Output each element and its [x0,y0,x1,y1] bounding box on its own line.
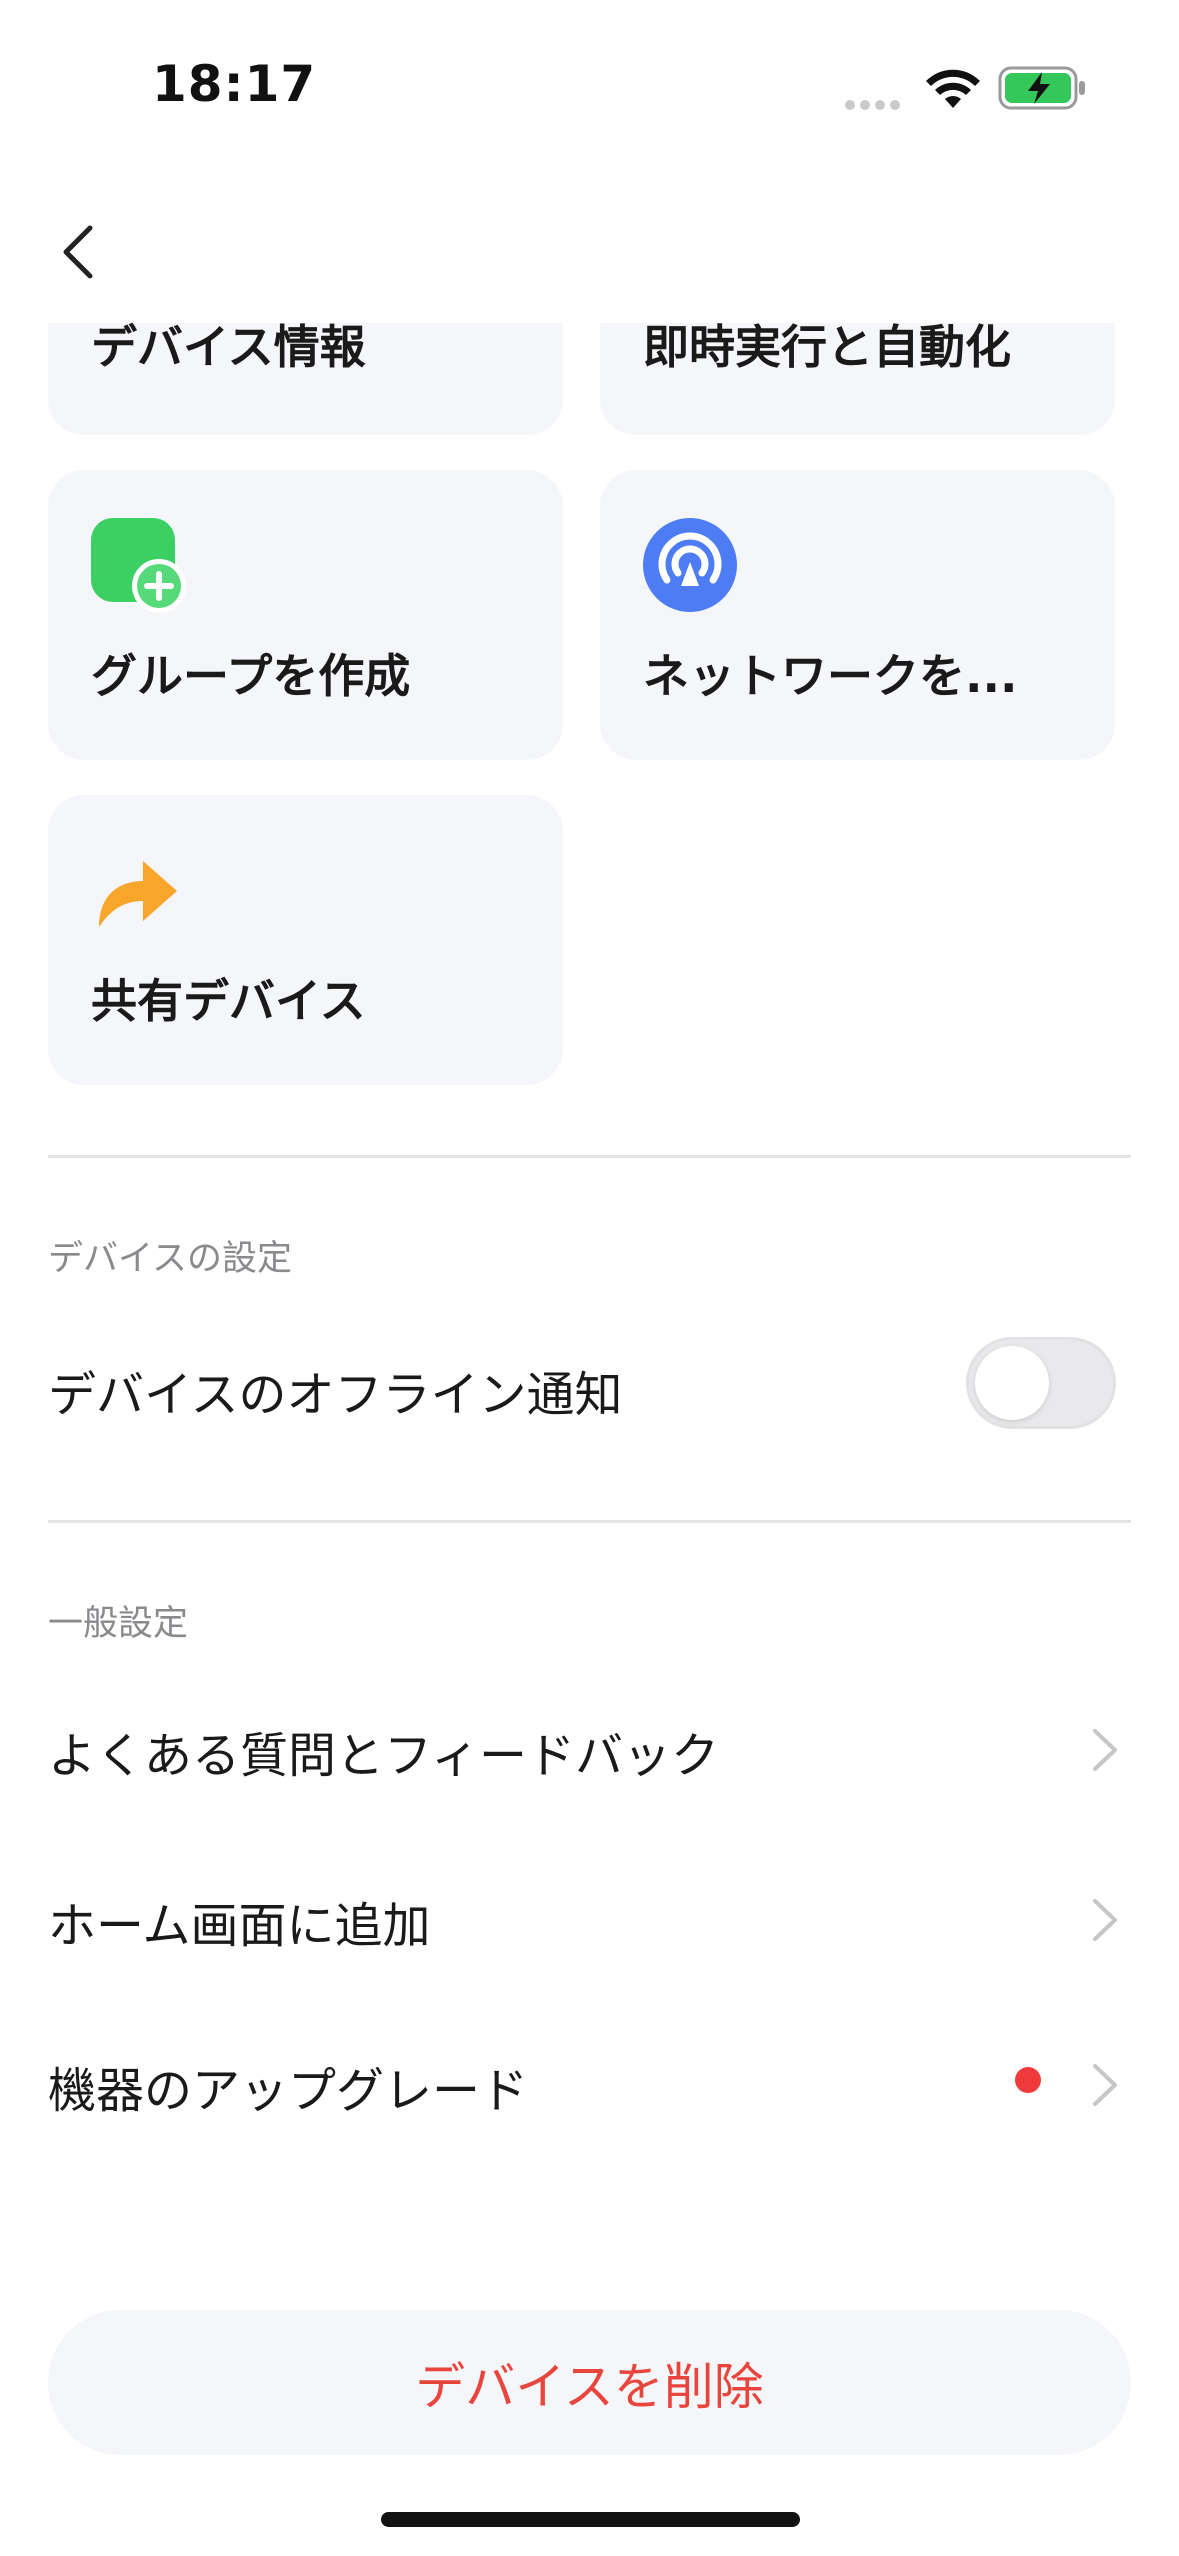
cellular-signal-icon [845,95,905,114]
back-chevron-icon[interactable] [50,222,110,282]
card-label: デバイス情報 [91,320,366,374]
home-indicator[interactable] [381,2512,800,2527]
chevron-right-icon [1093,2064,1117,2106]
share-arrow-icon [99,861,177,927]
card-label: グループを作成 [91,649,411,703]
card-scenes-automation-visible[interactable]: 即時実行と自動化 [600,320,1115,435]
status-time: 18:17 [152,55,317,113]
divider [48,1520,1131,1523]
chevron-right-icon [1093,1899,1117,1941]
wifi-icon [926,69,980,108]
settings-row-faq[interactable]: よくある質問とフィードバック [0,1690,1179,1810]
update-badge-dot [1015,2067,1041,2093]
card-label: ネットワークを... [643,649,1018,703]
section-title-device-settings: デバイスの設定 [48,1239,292,1279]
battery-charging-icon [998,66,1085,110]
offline-notification-label: デバイスのオフライン通知 [48,1367,623,1423]
section-title-general-settings: 一般設定 [48,1604,189,1644]
card-create-group[interactable]: グループを作成 [48,470,563,760]
offline-notification-toggle[interactable] [966,1337,1116,1429]
group-add-icon [91,518,186,613]
network-signal-icon [643,518,737,612]
card-network[interactable]: ネットワークを... [600,470,1115,760]
card-device-info-visible[interactable]: デバイス情報 [48,320,563,435]
card-shared-device[interactable]: 共有デバイス [48,795,563,1085]
settings-row-add-to-home[interactable]: ホーム画面に追加 [0,1860,1179,1980]
delete-device-button[interactable]: デバイスを削除 [48,2310,1131,2455]
card-label: 共有デバイス [91,974,366,1028]
card-label: 即時実行と自動化 [643,320,1011,374]
chevron-right-icon [1093,1729,1117,1771]
row-label: よくある質問とフィードバック [48,1728,720,1784]
divider [48,1155,1131,1158]
settings-row-firmware-upgrade[interactable]: 機器のアップグレード [0,2025,1179,2145]
toggle-knob [975,1346,1049,1420]
row-label: ホーム画面に追加 [48,1898,431,1954]
row-label: 機器のアップグレード [48,2063,529,2119]
